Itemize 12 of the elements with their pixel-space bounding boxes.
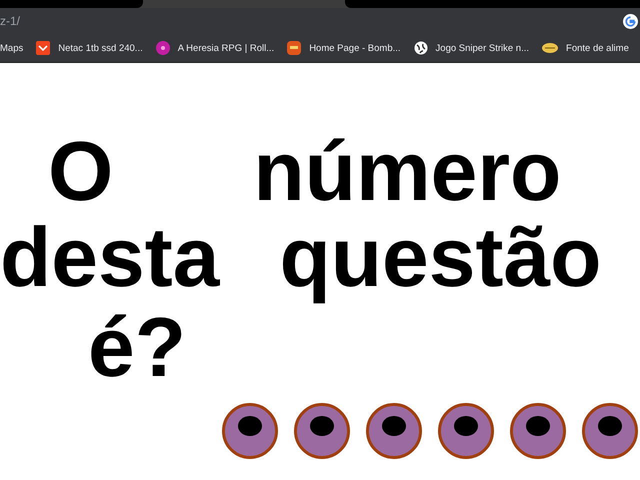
bookmark-link[interactable]: Home Page - Bomb...	[287, 41, 401, 55]
oval-icon	[542, 42, 558, 54]
bookmark-link[interactable]: Jogo Sniper Strike n...	[414, 41, 530, 55]
circle-icon	[156, 41, 170, 55]
shop-icon	[36, 41, 50, 55]
bookmark-link[interactable]: Fonte de alime	[542, 42, 629, 54]
address-text[interactable]: z-1/	[0, 14, 20, 28]
globe-icon	[414, 41, 428, 55]
bookmark-link[interactable]: Maps	[0, 42, 24, 54]
bookmark-link[interactable]: Netac 1tb ssd 240...	[36, 41, 143, 55]
bookmark-link[interactable]: A Heresia RPG | Roll...	[156, 41, 274, 55]
google-icon[interactable]	[623, 14, 638, 28]
